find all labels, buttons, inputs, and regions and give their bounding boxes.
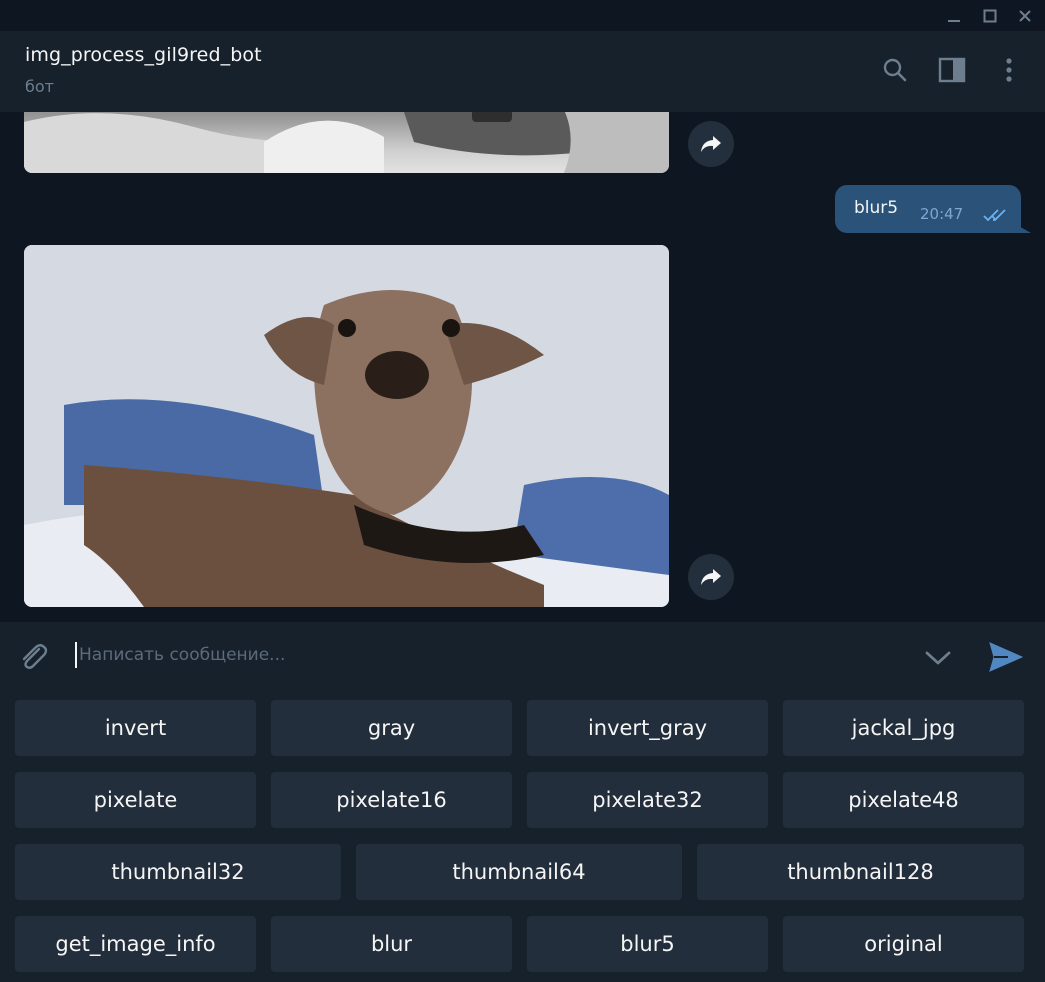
keyboard-button[interactable]: blur (271, 916, 512, 972)
outgoing-message[interactable]: blur5 20:47 (835, 185, 1021, 233)
keyboard-button[interactable]: pixelate16 (271, 772, 512, 828)
close-icon[interactable] (1013, 4, 1037, 28)
message-time: 20:47 (920, 205, 964, 223)
keyboard-button[interactable]: get_image_info (15, 916, 256, 972)
double-check-icon (983, 207, 1011, 226)
text-caret (75, 642, 77, 668)
keyboard-button[interactable]: pixelate32 (527, 772, 768, 828)
keyboard-button[interactable]: thumbnail128 (697, 844, 1024, 900)
keyboard-button[interactable]: thumbnail64 (356, 844, 682, 900)
keyboard-button[interactable]: pixelate48 (783, 772, 1024, 828)
chat-subtitle: бот (25, 77, 54, 96)
photo-message-grayscale[interactable] (24, 112, 669, 173)
search-icon[interactable] (880, 55, 910, 85)
message-input[interactable] (79, 640, 899, 670)
chat-header: img_process_gil9red_bot бот (0, 31, 1045, 112)
keyboard-button[interactable]: thumbnail32 (15, 844, 341, 900)
paperclip-icon[interactable] (16, 640, 50, 674)
forward-icon[interactable] (688, 121, 734, 167)
keyboard-button[interactable]: jackal_jpg (783, 700, 1024, 756)
message-text: blur5 (854, 198, 899, 218)
keyboard-button[interactable]: original (783, 916, 1024, 972)
maximize-icon[interactable] (978, 4, 1002, 28)
photo-message-dog[interactable] (24, 245, 669, 607)
sidebar-panel-icon[interactable] (937, 55, 967, 85)
chevron-down-icon[interactable] (922, 642, 954, 674)
message-composer (0, 622, 1045, 690)
more-vertical-icon[interactable] (994, 55, 1024, 85)
keyboard-button[interactable]: invert (15, 700, 256, 756)
chat-title[interactable]: img_process_gil9red_bot (25, 44, 262, 66)
bubble-tail (1017, 225, 1031, 233)
keyboard-button[interactable]: blur5 (527, 916, 768, 972)
send-icon[interactable] (987, 638, 1025, 676)
window-title-bar (0, 0, 1045, 31)
keyboard-button[interactable]: pixelate (15, 772, 256, 828)
forward-icon[interactable] (688, 554, 734, 600)
minimize-icon[interactable] (942, 4, 966, 28)
message-list[interactable]: blur5 20:47 (0, 112, 1045, 622)
keyboard-button[interactable]: invert_gray (527, 700, 768, 756)
keyboard-button[interactable]: gray (271, 700, 512, 756)
bot-keyboard: invert gray invert_gray jackal_jpg pixel… (0, 690, 1045, 982)
